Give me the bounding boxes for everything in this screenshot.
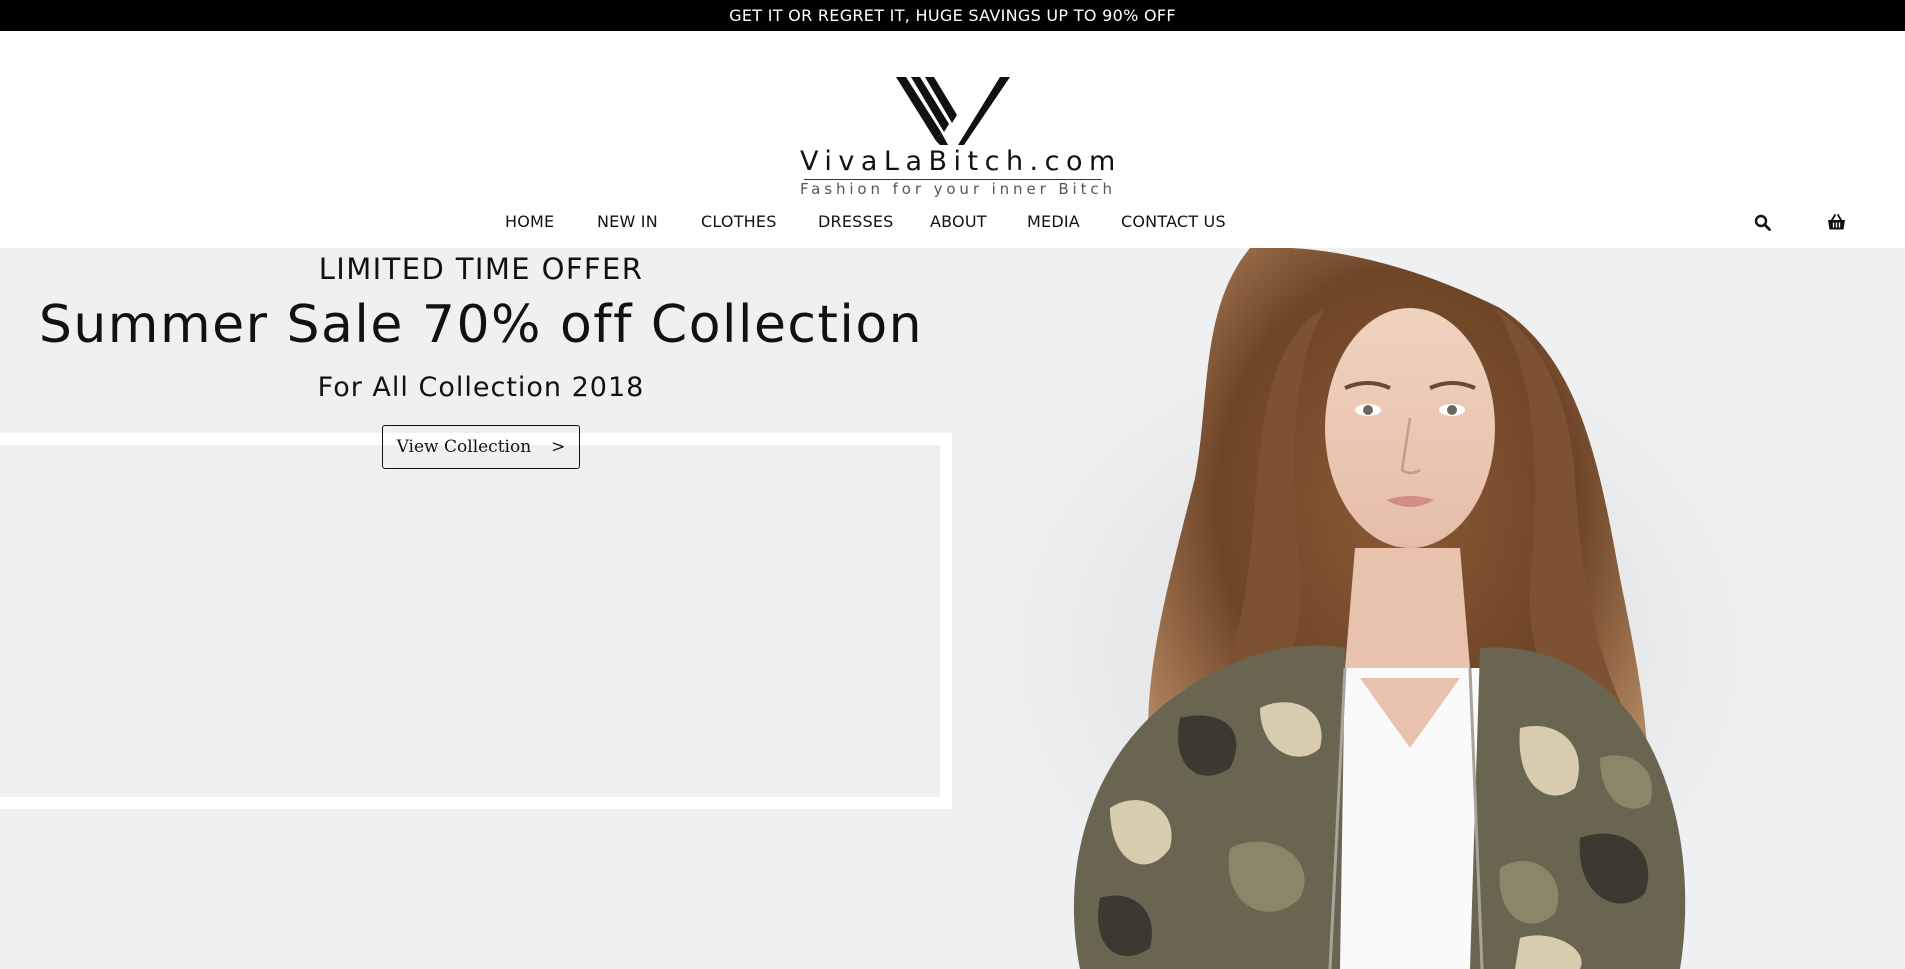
brand-name: VivaLaBitch.com xyxy=(800,146,1122,177)
announcement-bar: GET IT OR REGRET IT, HUGE SAVINGS UP TO … xyxy=(0,0,1905,31)
nav-item-clothes[interactable]: CLOTHES xyxy=(701,212,777,231)
hero-banner xyxy=(0,248,1905,969)
site-header: VivaLaBitch.com Fashion for your inner B… xyxy=(0,31,1905,248)
main-nav: HOME NEW IN CLOTHES DRESSES ABOUT MEDIA … xyxy=(0,212,1905,242)
offer-title: Summer Sale 70% off Collection xyxy=(38,295,924,355)
nav-item-about[interactable]: ABOUT xyxy=(930,212,987,231)
chevron-right-icon: > xyxy=(551,437,566,457)
nav-item-dresses[interactable]: DRESSES xyxy=(818,212,894,231)
basket-icon[interactable] xyxy=(1827,214,1846,231)
nav-item-contact-us[interactable]: CONTACT US xyxy=(1121,212,1226,231)
logo-v-mark-icon xyxy=(896,77,1010,145)
view-collection-label: View Collection xyxy=(396,437,532,457)
offer-frame xyxy=(0,433,952,809)
offer-kicker: LIMITED TIME OFFER xyxy=(318,252,644,286)
offer-subtitle: For All Collection 2018 xyxy=(317,372,645,403)
offer-panel xyxy=(0,445,940,797)
search-icon[interactable] xyxy=(1754,214,1771,231)
nav-item-home[interactable]: HOME xyxy=(505,212,554,231)
nav-item-media[interactable]: MEDIA xyxy=(1027,212,1080,231)
view-collection-button[interactable]: View Collection > xyxy=(382,425,580,469)
brand-tagline: Fashion for your inner Bitch xyxy=(800,180,1116,198)
site-logo[interactable]: VivaLaBitch.com Fashion for your inner B… xyxy=(800,77,1122,199)
nav-item-new-in[interactable]: NEW IN xyxy=(597,212,658,231)
announcement-text: GET IT OR REGRET IT, HUGE SAVINGS UP TO … xyxy=(729,6,1176,25)
